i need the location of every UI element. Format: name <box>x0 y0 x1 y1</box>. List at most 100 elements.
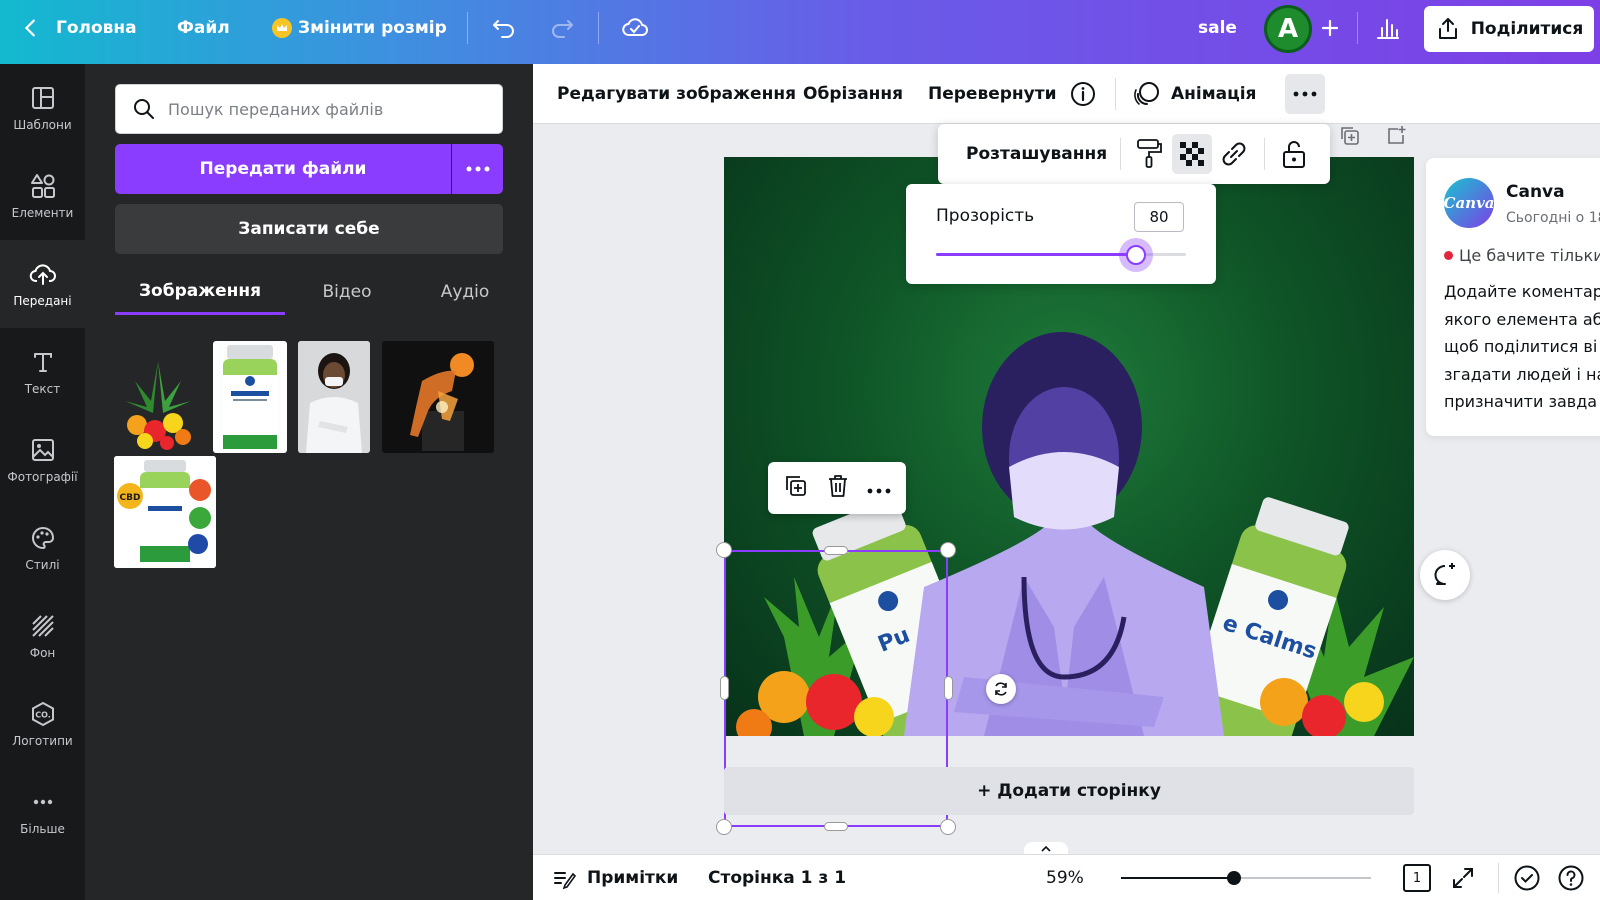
lock-button[interactable] <box>1280 138 1308 174</box>
page-count: 1 <box>1412 870 1422 886</box>
resize-handle-bottom[interactable] <box>824 822 848 831</box>
share-button[interactable]: Поділитися <box>1424 6 1594 52</box>
zoom-slider-thumb[interactable] <box>1226 871 1241 885</box>
resize-handle-left[interactable] <box>720 676 729 700</box>
resize-handle-top-right[interactable] <box>940 542 956 558</box>
add-comment-button[interactable] <box>1420 550 1470 600</box>
delete-element-button[interactable] <box>826 473 850 503</box>
trash-icon <box>828 475 847 497</box>
rail-label: Елементи <box>11 206 74 220</box>
check-button[interactable] <box>1513 864 1541 896</box>
flip-button[interactable]: Перевернути <box>928 64 1057 124</box>
home-label: Головна <box>56 18 137 38</box>
notes-button[interactable]: Примітки <box>551 855 678 900</box>
tab-images[interactable]: Зображення <box>115 269 285 315</box>
more-options-button[interactable] <box>1285 74 1325 114</box>
left-rail: Шаблони Елементи Передані Текст Фотограф… <box>0 64 85 900</box>
rail-item-more[interactable]: Більше <box>0 768 85 856</box>
insights-button[interactable] <box>1374 0 1402 56</box>
edit-image-button[interactable]: Редагувати зображення <box>557 64 796 124</box>
upload-thumbnail-doctor[interactable] <box>298 341 370 453</box>
transparency-checker-icon <box>1180 142 1204 166</box>
svg-text:CO.: CO. <box>35 711 51 720</box>
uploads-panel: Передати файли Записати себе Зображення … <box>85 64 533 900</box>
resize-label: Змінити розмір <box>298 18 447 38</box>
animation-icon <box>1134 82 1159 106</box>
transparency-slider-thumb[interactable] <box>1119 238 1153 272</box>
fullscreen-button[interactable] <box>1451 866 1475 894</box>
divider <box>467 12 468 44</box>
upload-thumbnail-cbd-bottle[interactable]: CBD <box>114 456 216 568</box>
upload-thumbnail-gummies[interactable] <box>115 341 201 453</box>
element-more-button[interactable] <box>867 479 891 498</box>
redo-button[interactable] <box>548 0 576 56</box>
rail-item-elements[interactable]: Елементи <box>0 152 85 240</box>
expand-icon <box>1453 868 1473 888</box>
resize-handle-top-left[interactable] <box>716 542 732 558</box>
link-button[interactable] <box>1218 138 1250 174</box>
divider <box>1264 138 1265 170</box>
position-button[interactable]: Розташування <box>966 124 1107 184</box>
rail-item-text[interactable]: Текст <box>0 328 85 416</box>
document-name[interactable]: sale <box>1198 0 1237 56</box>
add-page-button-top[interactable] <box>1384 124 1408 152</box>
add-page-button[interactable]: + Додати сторінку <box>724 767 1414 815</box>
page-indicator[interactable]: Сторінка 1 з 1 <box>708 855 846 900</box>
link-icon <box>1222 142 1246 166</box>
avatar[interactable]: A <box>1264 5 1312 53</box>
grid-view-button[interactable]: 1 <box>1403 864 1431 892</box>
transparency-value-input[interactable]: 80 <box>1134 202 1184 232</box>
share-upload-icon <box>1438 18 1457 39</box>
rail-label: Логотипи <box>12 734 73 748</box>
search-input[interactable] <box>168 99 488 119</box>
notes-label: Примітки <box>587 868 679 888</box>
animation-button[interactable]: Анімація <box>1133 64 1256 124</box>
transparency-button[interactable] <box>1172 134 1212 174</box>
zoom-percentage[interactable]: 59% <box>1046 855 1084 900</box>
context-toolbar: Редагувати зображення Обрізання Переверн… <box>533 64 1600 124</box>
record-yourself-button[interactable]: Записати себе <box>115 204 503 254</box>
rail-item-logos[interactable]: CO. Логотипи <box>0 680 85 768</box>
element-floating-toolbar <box>768 462 906 514</box>
info-button[interactable] <box>1070 64 1096 124</box>
visibility-notice: Це бачите тільки <box>1444 246 1600 265</box>
rail-item-styles[interactable]: Стилі <box>0 504 85 592</box>
upload-thumbnail-bottle[interactable] <box>213 341 287 453</box>
rail-item-background[interactable]: Фон <box>0 592 85 680</box>
duplicate-page-button[interactable] <box>1338 124 1362 152</box>
templates-icon <box>31 87 54 109</box>
tab-audio[interactable]: Аудіо <box>415 269 515 315</box>
resize-handle-right[interactable] <box>944 676 953 700</box>
resize-button[interactable]: Змінити розмір <box>272 0 447 56</box>
upload-more-button[interactable] <box>452 144 503 194</box>
rail-item-photos[interactable]: Фотографії <box>0 416 85 504</box>
rotate-handle[interactable] <box>986 674 1016 704</box>
visibility-notice-text: Це бачите тільки <box>1459 246 1600 265</box>
rail-item-templates[interactable]: Шаблони <box>0 64 85 152</box>
cloud-save-status[interactable] <box>620 0 650 56</box>
upload-files-button[interactable]: Передати файли <box>115 144 451 194</box>
search-box[interactable] <box>115 84 503 134</box>
info-icon <box>1071 82 1095 106</box>
help-button[interactable] <box>1557 864 1585 896</box>
resize-handle-bottom-right[interactable] <box>940 819 956 835</box>
invite-button[interactable] <box>1318 0 1342 56</box>
comment-body: Додайте коментар якого елемента аб щоб п… <box>1444 278 1600 416</box>
rail-item-uploads[interactable]: Передані <box>0 240 85 328</box>
cloud-check-icon <box>622 18 648 36</box>
comment-author: Canva <box>1506 182 1565 202</box>
resize-handle-bottom-left[interactable] <box>716 819 732 835</box>
animation-label: Анімація <box>1171 84 1257 104</box>
duplicate-element-button[interactable] <box>783 473 809 503</box>
undo-icon <box>493 20 514 38</box>
resize-handle-top[interactable] <box>824 546 848 555</box>
back-button[interactable]: Головна <box>20 0 137 56</box>
copy-style-button[interactable] <box>1134 136 1164 174</box>
tab-video[interactable]: Відео <box>297 269 397 315</box>
help-icon <box>1558 865 1584 891</box>
crop-button[interactable]: Обрізання <box>803 64 903 124</box>
undo-button[interactable] <box>490 0 518 56</box>
ellipsis-icon <box>1293 91 1317 97</box>
upload-thumbnail-xray[interactable] <box>382 341 494 453</box>
file-menu[interactable]: Файл <box>177 0 230 56</box>
